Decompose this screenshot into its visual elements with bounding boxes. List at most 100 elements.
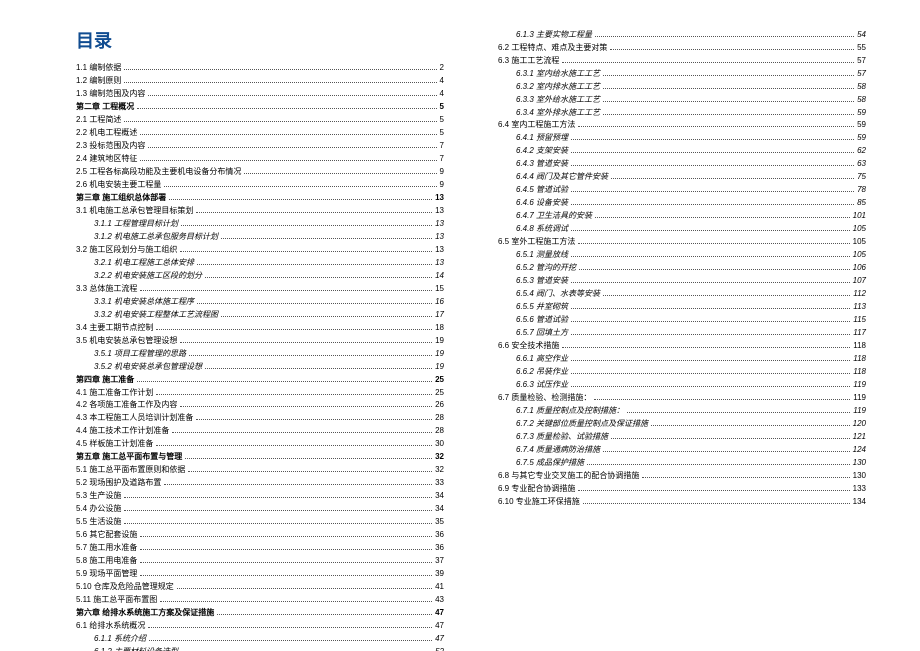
toc-entry[interactable]: 5.1 施工总平面布置原则和依据32 [76, 464, 444, 476]
toc-entry[interactable]: 5.2 现场围护及道路布置33 [76, 477, 444, 489]
toc-entry[interactable]: 6.7.5 成品保护措施130 [498, 457, 866, 469]
toc-entry[interactable]: 第二章 工程概况5 [76, 101, 444, 113]
toc-entry[interactable]: 1.2 编制原则4 [76, 75, 444, 87]
toc-entry[interactable]: 第三章 施工组织总体部署13 [76, 192, 444, 204]
toc-entry-label: 6.3.4 室外排水施工工艺 [516, 107, 600, 119]
toc-entry-label: 1.1 编制依据 [76, 62, 121, 74]
toc-entry[interactable]: 6.5.2 管沟的开挖106 [498, 262, 866, 274]
toc-entry[interactable]: 6.10 专业施工环保措施134 [498, 496, 866, 508]
toc-entry[interactable]: 5.11 施工总平面布置图43 [76, 594, 444, 606]
toc-page-number: 36 [435, 529, 444, 541]
toc-entry[interactable]: 6.1.3 主要实物工程量54 [498, 29, 866, 41]
toc-entry[interactable]: 3.1.2 机电施工总承包服务目标计划13 [76, 231, 444, 243]
toc-entry[interactable]: 6.4.3 管道安装63 [498, 158, 866, 170]
toc-entry[interactable]: 6.1.2 主要材料设备选型52 [76, 646, 444, 651]
toc-leader-dots [156, 440, 432, 446]
toc-entry[interactable]: 6.5.3 管道安装107 [498, 275, 866, 287]
toc-entry[interactable]: 6.5.7 回填土方117 [498, 327, 866, 339]
toc-entry[interactable]: 6.4.7 卫生洁具的安装101 [498, 210, 866, 222]
toc-entry[interactable]: 5.4 办公设施34 [76, 503, 444, 515]
toc-entry[interactable]: 2.2 机电工程概述5 [76, 127, 444, 139]
toc-entry[interactable]: 6.4.4 阀门及其它管件安装75 [498, 171, 866, 183]
toc-entry[interactable]: 6.3.4 室外排水施工工艺59 [498, 107, 866, 119]
toc-entry[interactable]: 6.4.1 预留预埋59 [498, 132, 866, 144]
toc-entry[interactable]: 6.1.1 系统介绍47 [76, 633, 444, 645]
toc-entry[interactable]: 3.2.1 机电工程施工总体安排13 [76, 257, 444, 269]
toc-leader-dots [571, 251, 850, 257]
toc-leader-dots [140, 155, 436, 161]
toc-entry[interactable]: 5.6 其它配套设施36 [76, 529, 444, 541]
toc-entry[interactable]: 3.3.2 机电安装工程整体工艺流程图17 [76, 309, 444, 321]
toc-entry[interactable]: 6.4 室内工程施工方法59 [498, 119, 866, 131]
toc-entry[interactable]: 6.4.8 系统调试105 [498, 223, 866, 235]
toc-entry[interactable]: 4.5 样板施工计划准备30 [76, 438, 444, 450]
toc-entry[interactable]: 6.4.6 设备安装85 [498, 197, 866, 209]
toc-entry[interactable]: 5.8 施工用电准备37 [76, 555, 444, 567]
toc-leader-dots [196, 207, 432, 213]
toc-entry[interactable]: 6.3.2 室内排水施工工艺58 [498, 81, 866, 93]
toc-entry-label: 6.3.2 室内排水施工工艺 [516, 81, 600, 93]
toc-entry[interactable]: 3.3 总体施工流程15 [76, 283, 444, 295]
toc-entry[interactable]: 6.2 工程特点、难点及主要对策55 [498, 42, 866, 54]
toc-entry[interactable]: 6.7.2 关键部位质量控制点及保证措施120 [498, 418, 866, 430]
toc-entry[interactable]: 3.1.1 工程管理目标计划13 [76, 218, 444, 230]
toc-leader-dots [140, 544, 432, 550]
toc-entry[interactable]: 6.8 与其它专业交叉施工的配合协调措施130 [498, 470, 866, 482]
toc-entry[interactable]: 5.9 现场平面管理39 [76, 568, 444, 580]
toc-entry[interactable]: 6.9 专业配合协调措施133 [498, 483, 866, 495]
toc-page-number: 4 [440, 75, 444, 87]
toc-leader-dots [221, 233, 432, 239]
toc-entry[interactable]: 6.6.1 高空作业118 [498, 353, 866, 365]
toc-entry[interactable]: 6.5 室外工程施工方法105 [498, 236, 866, 248]
toc-entry[interactable]: 4.3 本工程施工人员培训计划准备28 [76, 412, 444, 424]
toc-page-number: 113 [853, 301, 866, 313]
toc-entry[interactable]: 5.10 仓库及危险品管理规定41 [76, 581, 444, 593]
toc-entry[interactable]: 5.5 生活设施35 [76, 516, 444, 528]
toc-entry[interactable]: 2.6 机电安装主要工程量9 [76, 179, 444, 191]
toc-entry[interactable]: 4.4 施工技术工作计划准备28 [76, 425, 444, 437]
toc-entry[interactable]: 3.5.2 机电安装总承包管理设想19 [76, 361, 444, 373]
toc-entry[interactable]: 1.1 编制依据2 [76, 62, 444, 74]
toc-entry[interactable]: 4.2 各项施工准备工作及内容26 [76, 399, 444, 411]
toc-entry[interactable]: 6.3 施工工艺流程57 [498, 55, 866, 67]
toc-entry[interactable]: 3.1 机电施工总承包管理目标策划13 [76, 205, 444, 217]
toc-entry[interactable]: 5.3 生产设施34 [76, 490, 444, 502]
toc-entry[interactable]: 6.5.5 井室砌筑113 [498, 301, 866, 313]
toc-entry[interactable]: 6.5.1 测量放线105 [498, 249, 866, 261]
toc-entry[interactable]: 6.7 质量检验、检测措施：119 [498, 392, 866, 404]
toc-entry[interactable]: 3.5 机电安装总承包管理设想19 [76, 335, 444, 347]
toc-entry[interactable]: 2.5 工程各标高段功能及主要机电设备分布情况9 [76, 166, 444, 178]
toc-entry[interactable]: 6.7.3 质量检验、试验措施121 [498, 431, 866, 443]
toc-entry[interactable]: 6.5.6 管道试验115 [498, 314, 866, 326]
toc-entry[interactable]: 5.7 施工用水准备36 [76, 542, 444, 554]
toc-entry[interactable]: 2.4 建筑地区特征7 [76, 153, 444, 165]
toc-entry[interactable]: 6.6 安全技术措施118 [498, 340, 866, 352]
toc-entry[interactable]: 3.2 施工区段划分与施工组织13 [76, 244, 444, 256]
toc-entry[interactable]: 3.5.1 项目工程管理的思路19 [76, 348, 444, 360]
toc-entry[interactable]: 6.6.3 试压作业119 [498, 379, 866, 391]
toc-entry[interactable]: 第六章 给排水系统施工方案及保证措施47 [76, 607, 444, 619]
toc-entry[interactable]: 3.4 主要工期节点控制18 [76, 322, 444, 334]
toc-entry-label: 5.9 现场平面管理 [76, 568, 137, 580]
toc-entry[interactable]: 6.1 给排水系统概况47 [76, 620, 444, 632]
toc-entry[interactable]: 6.7.4 质量通病防治措施124 [498, 444, 866, 456]
toc-entry[interactable]: 6.5.4 阀门、水表等安装112 [498, 288, 866, 300]
toc-entry[interactable]: 6.4.5 管道试验78 [498, 184, 866, 196]
toc-entry[interactable]: 第四章 施工准备25 [76, 374, 444, 386]
toc-entry[interactable]: 3.2.2 机电安装施工区段的划分14 [76, 270, 444, 282]
toc-entry[interactable]: 6.3.1 室内给水施工工艺57 [498, 68, 866, 80]
toc-entry[interactable]: 第五章 施工总平面布置与管理32 [76, 451, 444, 463]
toc-leader-dots [140, 531, 432, 537]
toc-entry[interactable]: 6.6.2 吊装作业118 [498, 366, 866, 378]
toc-entry[interactable]: 4.1 施工准备工作计划25 [76, 387, 444, 399]
toc-entry-label: 5.2 现场围护及道路布置 [76, 477, 161, 489]
toc-entry[interactable]: 2.1 工程简述5 [76, 114, 444, 126]
toc-entry[interactable]: 2.3 投标范围及内容7 [76, 140, 444, 152]
toc-entry[interactable]: 6.4.2 支架安装62 [498, 145, 866, 157]
toc-entry[interactable]: 6.3.3 室外给水施工工艺58 [498, 94, 866, 106]
toc-entry-label: 5.3 生产设施 [76, 490, 121, 502]
toc-entry[interactable]: 3.3.1 机电安装总体施工程序16 [76, 296, 444, 308]
toc-leader-dots [181, 220, 432, 226]
toc-entry[interactable]: 1.3 编制范围及内容4 [76, 88, 444, 100]
toc-entry[interactable]: 6.7.1 质量控制点及控制措施：119 [498, 405, 866, 417]
